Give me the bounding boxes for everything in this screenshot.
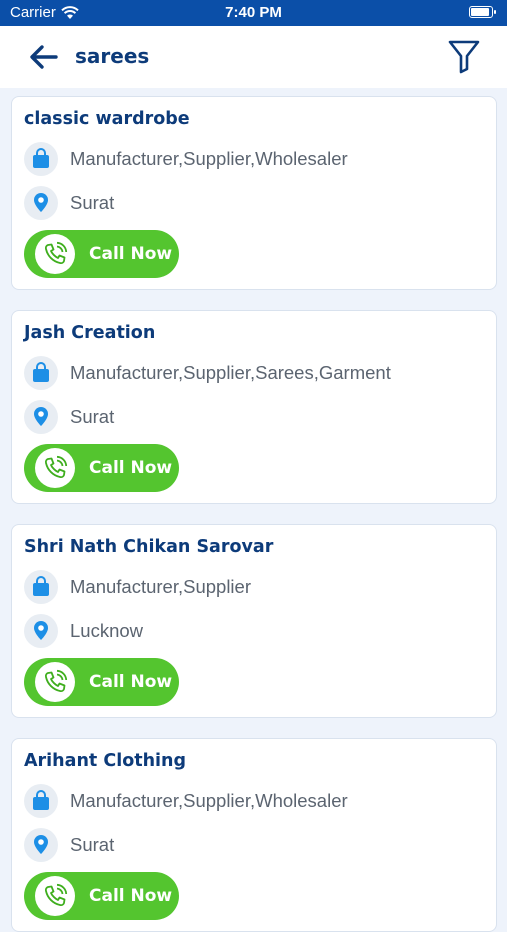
category-row: Manufacturer,Supplier,Sarees,Garment xyxy=(24,356,391,390)
category-text: Manufacturer,Supplier,Wholesaler xyxy=(70,148,348,169)
location-row: Surat xyxy=(24,186,114,220)
filter-icon[interactable] xyxy=(447,38,481,74)
bag-icon xyxy=(24,570,58,604)
city-text: Lucknow xyxy=(70,620,144,641)
category-text: Manufacturer,Supplier xyxy=(70,576,251,597)
call-now-label: Call Now xyxy=(89,244,173,264)
location-pin-icon xyxy=(24,614,58,648)
city-text: Surat xyxy=(70,834,115,855)
call-now-label: Call Now xyxy=(89,672,173,692)
back-arrow-icon[interactable] xyxy=(28,42,60,72)
listing-name: Arihant Clothing xyxy=(24,751,187,771)
category-row: Manufacturer,Supplier,Wholesaler xyxy=(24,142,348,176)
phone-call-icon xyxy=(35,876,75,916)
status-bar: Carrier 7:40 PM xyxy=(0,0,507,26)
call-now-button[interactable]: Call Now xyxy=(24,230,179,278)
listing-name: classic wardrobe xyxy=(24,109,190,129)
city-text: Surat xyxy=(70,406,115,427)
phone-call-icon xyxy=(35,662,75,702)
listing-card[interactable]: Shri Nath Chikan Sarovar Manufacturer,Su… xyxy=(11,524,497,718)
category-text: Manufacturer,Supplier,Sarees,Garment xyxy=(70,362,391,383)
location-row: Lucknow xyxy=(24,614,143,648)
bag-icon xyxy=(24,356,58,390)
page-title: sarees xyxy=(75,44,150,68)
location-pin-icon xyxy=(24,828,58,862)
call-now-label: Call Now xyxy=(89,886,173,906)
city-text: Surat xyxy=(70,192,115,213)
category-text: Manufacturer,Supplier,Wholesaler xyxy=(70,790,348,811)
location-row: Surat xyxy=(24,828,114,862)
call-now-button[interactable]: Call Now xyxy=(24,872,179,920)
location-row: Surat xyxy=(24,400,114,434)
call-now-label: Call Now xyxy=(89,458,173,478)
phone-call-icon xyxy=(35,234,75,274)
bag-icon xyxy=(24,784,58,818)
phone-call-icon xyxy=(35,448,75,488)
nav-bar: sarees xyxy=(0,26,507,88)
listing-name: Shri Nath Chikan Sarovar xyxy=(24,537,274,557)
listing-card[interactable]: Jash Creation Manufacturer,Supplier,Sare… xyxy=(11,310,497,504)
listing-card[interactable]: classic wardrobe Manufacturer,Supplier,W… xyxy=(11,96,497,290)
call-now-button[interactable]: Call Now xyxy=(24,444,179,492)
battery-icon xyxy=(469,6,496,18)
bag-icon xyxy=(24,142,58,176)
location-pin-icon xyxy=(24,400,58,434)
listing-card[interactable]: Arihant Clothing Manufacturer,Supplier,W… xyxy=(11,738,497,932)
location-pin-icon xyxy=(24,186,58,220)
category-row: Manufacturer,Supplier xyxy=(24,570,251,604)
category-row: Manufacturer,Supplier,Wholesaler xyxy=(24,784,348,818)
listing-name: Jash Creation xyxy=(24,323,156,343)
call-now-button[interactable]: Call Now xyxy=(24,658,179,706)
clock: 7:40 PM xyxy=(225,4,282,21)
